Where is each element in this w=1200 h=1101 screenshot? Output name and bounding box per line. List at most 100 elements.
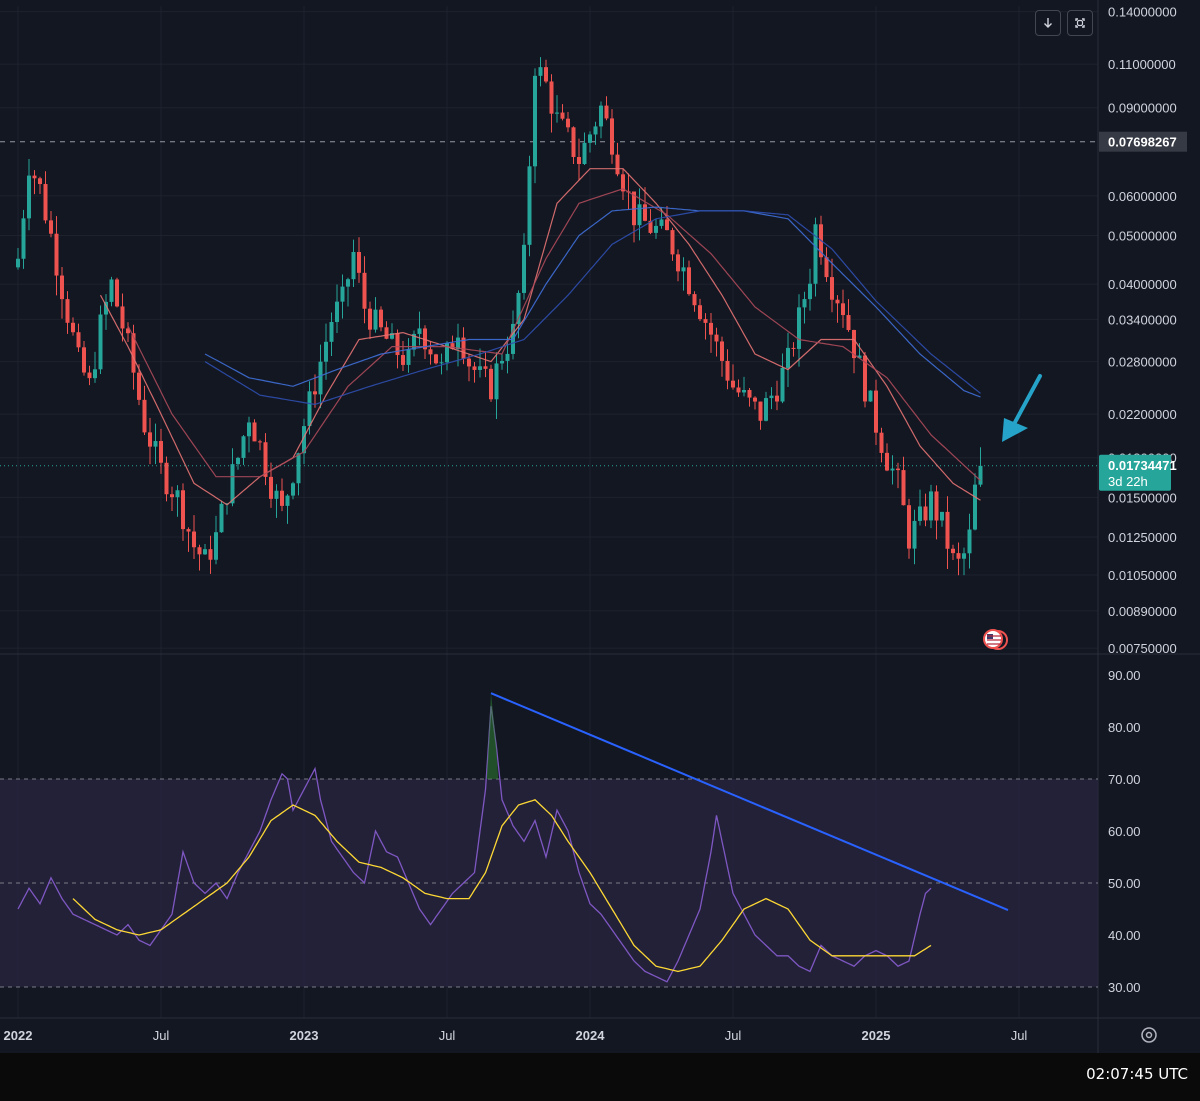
- candle-body: [87, 372, 92, 379]
- candle-body: [142, 399, 147, 433]
- candle-body: [241, 436, 246, 458]
- candle-body: [489, 368, 493, 400]
- candle-body: [742, 390, 746, 393]
- price-tick-label: 0.01050000: [1108, 568, 1177, 583]
- candle-body: [962, 553, 966, 559]
- candle-body: [137, 372, 141, 400]
- scroll-to-realtime-button[interactable]: [1035, 10, 1061, 36]
- chart-canvas[interactable]: 0.14000000 0.11000000 0.09000000 0.06000000…: [0, 0, 1200, 1053]
- candle-body: [307, 391, 312, 427]
- candle-body: [896, 468, 900, 471]
- price-tick-label: 0.01250000: [1108, 530, 1177, 545]
- candle-body: [681, 267, 686, 272]
- candle-body: [467, 358, 471, 367]
- candle-body: [203, 549, 207, 555]
- candle-body: [582, 142, 587, 165]
- candle-body: [544, 67, 548, 82]
- candle-body: [945, 511, 950, 549]
- candle-body: [670, 230, 675, 255]
- rsi-tick-label: 30.00: [1108, 980, 1141, 995]
- candle-body: [918, 506, 922, 521]
- price-tick-label: 0.14000000: [1108, 5, 1177, 20]
- candle-body: [698, 305, 702, 320]
- candle-body: [714, 334, 719, 342]
- candle-body: [802, 299, 807, 308]
- candle-body: [318, 361, 323, 395]
- candle-body: [566, 118, 570, 128]
- time-axis-label: Jul: [1011, 1028, 1028, 1043]
- candle-body: [252, 422, 257, 442]
- candle-body: [500, 360, 504, 364]
- candle-body: [478, 366, 482, 370]
- candle-body: [159, 441, 163, 463]
- candle-body: [725, 360, 730, 381]
- candle-body: [659, 219, 664, 226]
- candle-body: [912, 520, 917, 549]
- candle-body: [406, 349, 411, 365]
- rsi-band: [0, 779, 1098, 987]
- candle-body: [973, 484, 977, 530]
- candle-body: [208, 549, 213, 560]
- candle-body: [148, 432, 152, 447]
- candle-body: [841, 303, 845, 316]
- candle-body: [764, 398, 768, 421]
- candle-body: [769, 395, 774, 399]
- candle-body: [533, 75, 537, 167]
- candle-body: [192, 531, 196, 548]
- candle-body: [560, 112, 565, 119]
- candle-body: [27, 175, 31, 219]
- price-tick-label: 0.09000000: [1108, 101, 1177, 116]
- candle-body: [753, 397, 757, 402]
- candle-body: [775, 395, 779, 402]
- candle-body: [258, 441, 262, 443]
- candle-body: [709, 322, 713, 335]
- candle-body: [494, 363, 499, 400]
- reset-scale-button[interactable]: [1067, 10, 1093, 36]
- candle-body: [929, 491, 933, 521]
- candle-body: [940, 511, 944, 521]
- candle-body: [687, 267, 691, 295]
- candle-body: [170, 494, 174, 498]
- candle-body: [874, 390, 878, 433]
- candle-body: [417, 328, 422, 334]
- time-axis-label: Jul: [153, 1028, 170, 1043]
- candle-body: [21, 218, 26, 259]
- time-axis-label: 2022: [4, 1028, 33, 1043]
- candle-body: [109, 279, 114, 302]
- candle-body: [269, 476, 273, 499]
- settings-gear-icon[interactable]: [1138, 1024, 1160, 1046]
- candle-body: [291, 483, 295, 496]
- scroll-to-realtime-icon: [1044, 18, 1052, 28]
- candle-body: [65, 299, 70, 323]
- time-axis-label: 2024: [576, 1028, 606, 1043]
- candle-body: [236, 457, 240, 465]
- candle-body: [901, 470, 906, 506]
- candle-body: [780, 367, 785, 402]
- candle-body: [379, 309, 383, 328]
- rsi-grid: [0, 778, 1098, 988]
- time-axis-label: Jul: [439, 1028, 456, 1043]
- candle-body: [791, 347, 796, 349]
- rsi-tick-label: 70.00: [1108, 772, 1141, 787]
- utc-clock[interactable]: 02:07:45 UTC: [1086, 1065, 1188, 1083]
- candle-body: [115, 279, 119, 307]
- candle-body: [357, 252, 361, 273]
- reference-price-label: 0.07698267: [1108, 135, 1177, 150]
- candle-body: [472, 366, 477, 370]
- candle-body: [483, 366, 488, 369]
- candle-body: [296, 453, 301, 484]
- candle-body: [428, 349, 433, 355]
- candle-body: [54, 233, 59, 276]
- candle-body: [324, 341, 328, 362]
- last-price-label: 0.01734471: [1108, 458, 1177, 473]
- candle-body: [643, 204, 647, 221]
- candle-body: [263, 442, 268, 477]
- price-tick-label: 0.03400000: [1108, 312, 1177, 327]
- price-tick-label: 0.02800000: [1108, 355, 1177, 370]
- rsi-tick-label: 50.00: [1108, 876, 1141, 891]
- candle-body: [214, 532, 218, 560]
- candle-body: [373, 309, 378, 330]
- us-flag-icon[interactable]: [983, 629, 1008, 650]
- candle-body: [175, 490, 180, 498]
- chart-root[interactable]: 0.14000000 0.11000000 0.09000000 0.06000000…: [0, 0, 1200, 1101]
